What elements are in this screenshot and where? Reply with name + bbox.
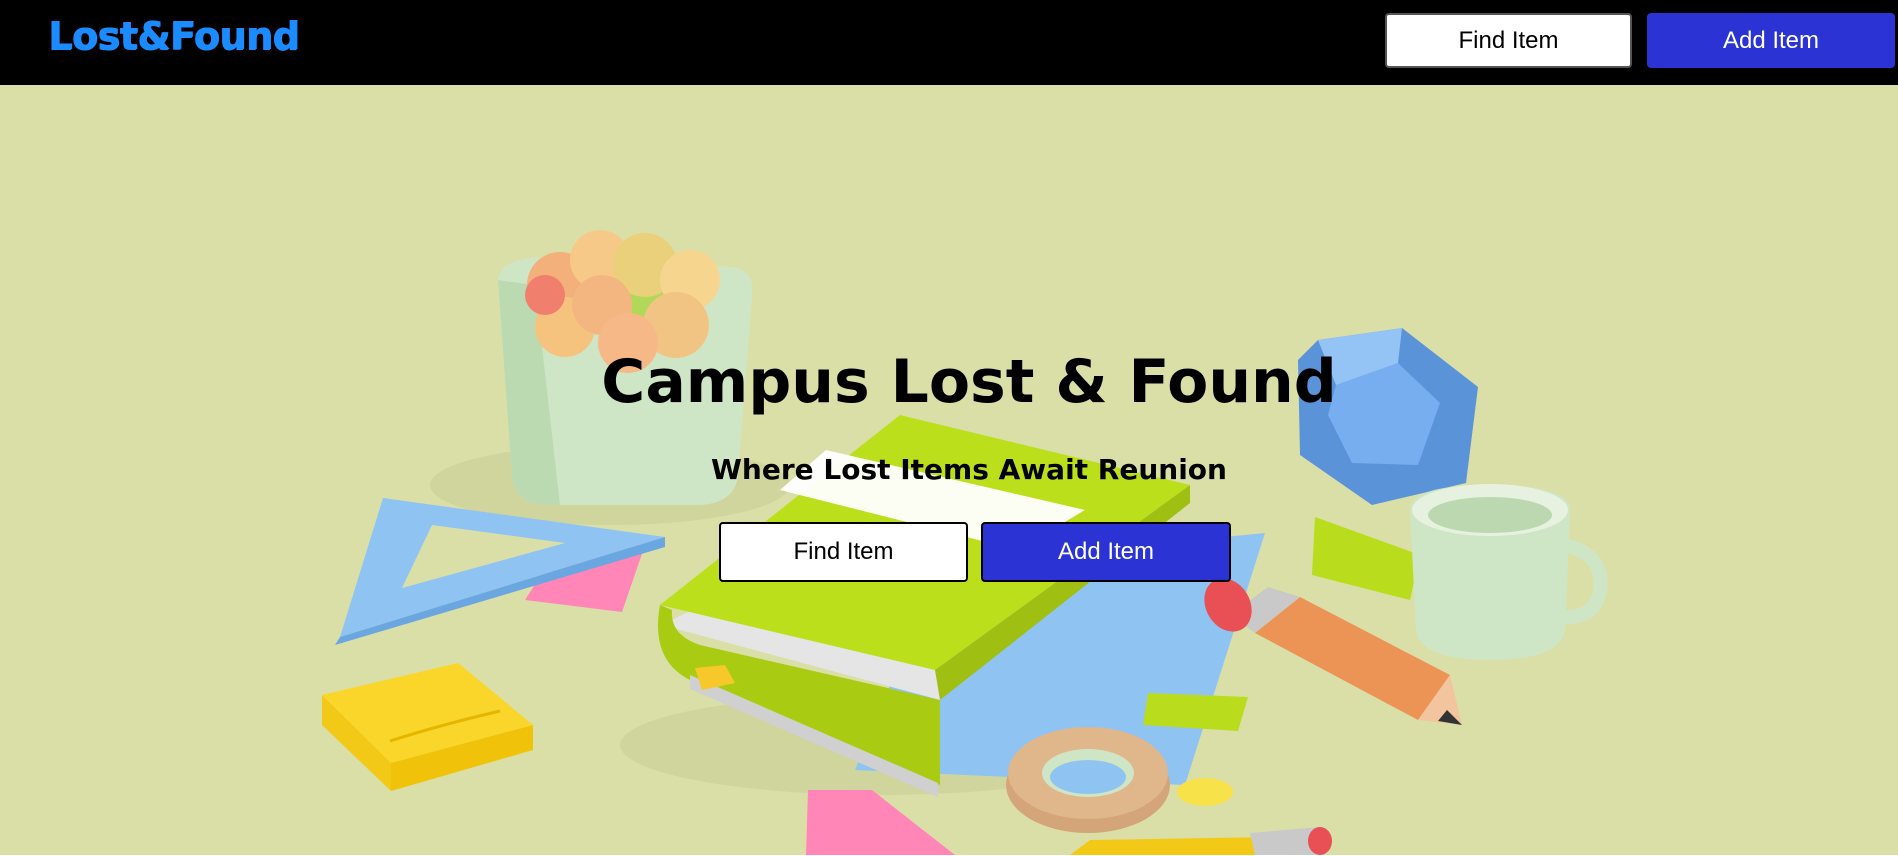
nav-find-item-button[interactable]: Find Item <box>1385 13 1632 68</box>
site-logo[interactable]: Lost&Found <box>48 14 300 58</box>
hero-title: Campus Lost & Found <box>601 347 1337 417</box>
hero-subtitle: Where Lost Items Await Reunion <box>711 453 1227 486</box>
green-note-right <box>1312 517 1420 600</box>
hero-section: Campus Lost & Found Where Lost Items Awa… <box>0 85 1898 855</box>
hero-find-item-button[interactable]: Find Item <box>719 522 968 582</box>
sticky-notes <box>322 663 533 791</box>
hero-add-item-button[interactable]: Add Item <box>981 522 1231 582</box>
nav-add-item-button[interactable]: Add Item <box>1647 13 1895 68</box>
tape-roll <box>1006 727 1170 833</box>
yellow-dot <box>1177 778 1233 806</box>
mug <box>1410 484 1608 660</box>
green-note <box>1143 693 1248 731</box>
pink-paper-bottom <box>806 790 955 855</box>
navbar: Lost&Found Find Item Add Item <box>0 0 1898 85</box>
